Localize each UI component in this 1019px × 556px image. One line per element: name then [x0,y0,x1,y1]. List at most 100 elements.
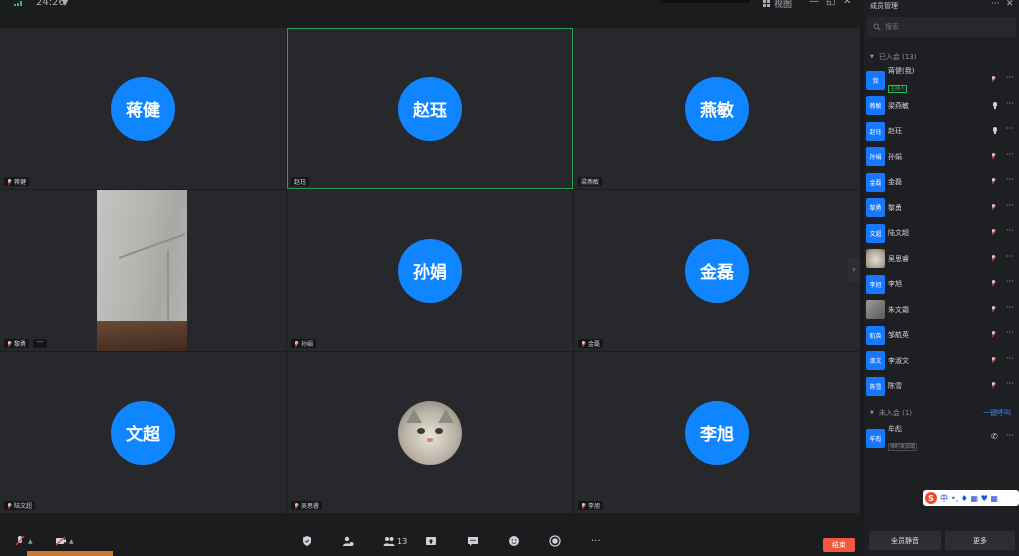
member-row[interactable]: 孙娟 孙娟 ··· [866,145,1017,169]
panel-close-button[interactable]: ✕ [1006,0,1014,9]
view-label: 视图 [774,0,793,10]
mic-muted-icon[interactable] [991,382,996,388]
member-row[interactable]: 淑文 李淑文 ··· [866,349,1017,373]
mic-muted-icon[interactable] [991,152,996,159]
more-icon[interactable]: ··· [1006,99,1014,108]
member-name: 李淑文 [888,356,909,365]
search-input[interactable] [885,23,1005,31]
name-tag-label: 梁燕敏 [581,179,600,186]
video-tile[interactable]: 李旭 李旭 [574,352,860,513]
more-icon[interactable]: ··· [1006,379,1014,388]
panel-more-options-button[interactable]: 更多 [945,531,1015,550]
name-tag: 陆文超 [4,501,36,510]
more-button[interactable]: ··· [591,534,601,548]
member-row[interactable]: 赵珏 赵珏 ··· [866,119,1017,143]
more-icon[interactable]: ··· [1006,201,1014,210]
member-row[interactable]: 朱文霜 ··· [866,298,1017,322]
more-icon[interactable]: ··· [1006,431,1014,440]
mic-muted-icon[interactable] [991,178,996,184]
video-tile[interactable]: 孙娟 孙娟 [287,190,573,351]
chevron-down-icon[interactable]: ▲ [69,538,74,545]
participants-button[interactable]: 13 [383,534,407,548]
close-button[interactable]: ✕ [843,0,851,7]
bottom-toolbar: ▲ ▲ 13 ··· 结束 [0,524,862,556]
member-name: 李旭 [888,280,902,288]
add-user-icon [343,536,354,546]
video-tile[interactable]: 燕敏 梁燕敏 [574,28,860,189]
video-tile[interactable]: 蒋健 蒋健 [0,28,286,189]
chevron-right-icon[interactable]: › [848,258,860,282]
video-tile[interactable]: 金磊 金磊 [574,190,860,351]
mic-muted-icon[interactable] [991,280,996,286]
more-icon[interactable]: ··· [1006,73,1014,82]
more-icon[interactable]: ··· [1006,226,1014,235]
more-icon[interactable]: ··· [1006,175,1014,184]
member-row[interactable]: 黎勇 黎勇 ··· [866,196,1017,220]
share-screen-icon [426,537,436,545]
member-row[interactable]: 李旭 李旭 ··· [866,272,1017,296]
member-row[interactable]: 牟彪 牟彪 绑时来源端 ✆ ··· [866,425,1017,451]
security-button[interactable] [301,534,313,548]
chat-button[interactable] [467,534,479,548]
more-icon[interactable]: ··· [1006,124,1014,133]
mic-muted-icon[interactable] [991,76,996,82]
ime-language[interactable]: 中 [940,493,948,504]
video-tile[interactable]: 黎勇 ··· [0,190,286,351]
member-row[interactable]: 陈雪 陈雪 ··· [866,374,1017,398]
view-button[interactable]: 视图 [763,0,792,10]
mic-muted-icon[interactable] [991,356,996,363]
member-row[interactable]: 吴思睿 ··· [866,247,1017,271]
mic-muted-icon[interactable] [991,305,996,312]
member-row[interactable]: 燕敏 梁燕敏 ··· [866,94,1017,118]
mute-button[interactable]: ▲ [14,534,33,548]
name-tag: 金磊 [578,339,604,348]
more-icon[interactable]: ··· [1006,328,1014,337]
search-box[interactable] [867,17,1016,37]
not-joined-section-header[interactable]: ▼ 未入会 (1) [870,408,912,418]
member-avatar: 淑文 [866,351,885,370]
end-meeting-button[interactable]: 结束 [823,538,855,552]
chevron-down-icon[interactable]: ▲ [28,538,33,545]
video-tile[interactable]: 吴思睿 [287,352,573,513]
mic-muted-icon [581,502,586,509]
video-tile-active-speaker[interactable]: 赵珏 赵珏 [287,28,573,189]
member-name: 孙娟 [888,152,902,161]
more-icon[interactable]: ··· [1006,150,1014,159]
record-button[interactable] [549,534,561,548]
member-row[interactable]: 金磊 金磊 ··· [866,170,1017,194]
member-row[interactable]: 航英 邹航英 ··· [866,323,1017,347]
chevron-down-icon: ▼ [870,54,874,60]
member-name: 赵珏 [888,127,902,135]
reaction-button[interactable] [508,534,520,548]
mic-icon[interactable] [993,127,997,134]
more-icon[interactable]: ··· [1006,354,1014,363]
video-tile[interactable]: 文超 陆文超 [0,352,286,513]
member-row[interactable]: 文超 陆文超 ··· [866,221,1017,245]
mic-muted-icon[interactable] [991,229,996,235]
restore-button[interactable]: ◱ [826,0,835,7]
member-name: 黎勇 [888,203,902,212]
ime-tools[interactable]: •, ♦ ▦ ♥ ▦ [951,494,998,503]
more-icon[interactable]: ··· [1006,252,1014,261]
more-icon[interactable]: ··· [33,339,47,348]
more-icon[interactable]: ··· [1006,303,1014,312]
member-row[interactable]: 我蒋健(我) 主持人 ··· [866,67,1017,93]
more-icon[interactable]: ··· [1006,277,1014,286]
chevron-down-icon[interactable]: ▼ [62,0,68,7]
member-avatar: 牟彪 [866,428,885,448]
joined-section-header[interactable]: ▼ 已入会 (13) [870,52,916,62]
panel-more-button[interactable]: ··· [991,0,1000,9]
minimize-button[interactable]: — [809,0,819,7]
phone-icon[interactable]: ✆ [991,432,998,441]
share-screen-button[interactable] [425,534,437,548]
mic-muted-icon[interactable] [991,331,996,337]
video-button[interactable]: ▲ [55,534,74,548]
mic-icon[interactable] [993,101,997,109]
call-all-link[interactable]: 一键呼叫 [983,408,1011,418]
mic-muted-icon[interactable] [991,203,996,210]
ime-toolbar[interactable]: S 中 •, ♦ ▦ ♥ ▦ [923,490,1019,506]
share-bar [660,0,750,3]
mute-all-button[interactable]: 全员静音 [869,531,941,550]
mic-muted-icon[interactable] [991,254,996,261]
invite-button[interactable] [342,534,354,548]
